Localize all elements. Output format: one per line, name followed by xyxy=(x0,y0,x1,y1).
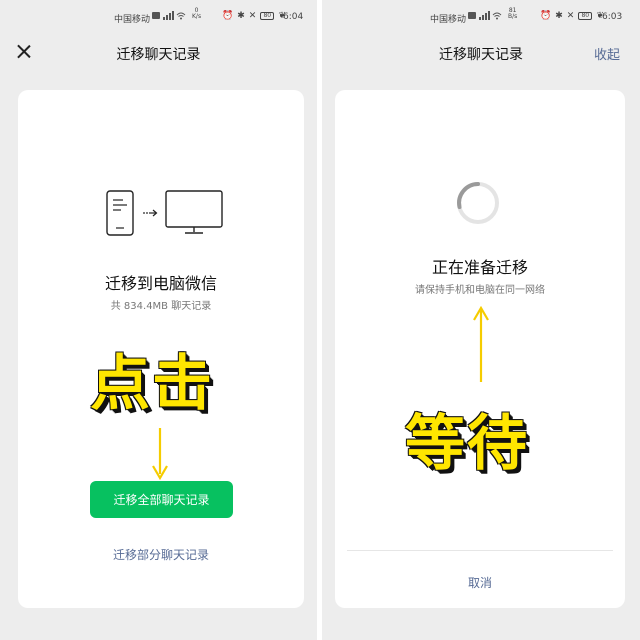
nav-bar: 迁移聊天记录 xyxy=(0,36,317,70)
bluetooth-icon: ✱ xyxy=(237,11,245,21)
mute-icon: ✕ xyxy=(566,11,575,21)
card-divider xyxy=(347,550,613,551)
right-phone-screen: 中国移动 81 B/s ⏰ ✱ ✕ 80 ❦ 6:03 迁移聊天记录 收起 正在… xyxy=(322,0,640,640)
carrier-label: 中国移动 xyxy=(430,15,467,25)
signal-icon xyxy=(468,11,502,20)
annotation-click-label: 点击 xyxy=(90,349,214,419)
network-hint-text: 请保持手机和电脑在同一网络 xyxy=(415,285,545,296)
annotation-wait-label: 等待 xyxy=(405,409,529,479)
alarm-icon: ⏰ xyxy=(540,11,552,21)
status-icons: ⏰ ✱ ✕ 80 ❦ xyxy=(222,11,286,21)
down-arrow-icon xyxy=(152,428,168,480)
speed-unit: K/s xyxy=(192,13,202,20)
nav-bar: 迁移聊天记录 收起 xyxy=(322,36,640,70)
alarm-icon: ⏰ xyxy=(222,11,234,21)
clock: 6:04 xyxy=(283,12,304,22)
status-bar: 中国移动 0 K/s ⏰ ✱ ✕ 80 ❦ 6:04 xyxy=(0,0,317,32)
bluetooth-icon: ✱ xyxy=(555,11,563,21)
phone-to-computer-icon xyxy=(106,190,223,236)
page-title: 迁移聊天记录 xyxy=(439,47,523,63)
collapse-button[interactable]: 收起 xyxy=(594,44,620,63)
migrate-all-button[interactable]: 迁移全部聊天记录 xyxy=(90,481,233,518)
battery-icon: 80 xyxy=(260,12,275,20)
network-speed: 0 K/s xyxy=(192,8,201,20)
clock: 6:03 xyxy=(602,12,623,22)
speed-unit: B/s xyxy=(508,13,518,20)
migration-card: 迁移到电脑微信 共 834.4MB 聊天记录 点击 迁移全部聊天记录 迁移部分聊… xyxy=(18,90,304,608)
preparing-heading: 正在准备迁移 xyxy=(431,258,528,277)
carrier-label: 中国移动 xyxy=(114,15,151,25)
left-phone-screen: 中国移动 0 K/s ⏰ ✱ ✕ 80 ❦ 6:04 迁移聊天记录 迁移到电脑微… xyxy=(0,0,317,640)
migration-heading: 迁移到电脑微信 xyxy=(104,274,217,293)
network-speed: 81 B/s xyxy=(508,8,517,20)
loading-spinner-icon xyxy=(457,182,499,224)
page-title: 迁移聊天记录 xyxy=(116,47,201,63)
preparing-card: 正在准备迁移 请保持手机和电脑在同一网络 等待 取消 xyxy=(335,90,625,608)
status-bar: 中国移动 81 B/s ⏰ ✱ ✕ 80 ❦ 6:03 xyxy=(322,0,640,32)
migrate-partial-link[interactable]: 迁移部分聊天记录 xyxy=(18,546,304,563)
signal-icon xyxy=(152,11,186,20)
battery-icon: 80 xyxy=(578,12,593,20)
chat-size-text: 共 834.4MB 聊天记录 xyxy=(110,301,212,312)
up-arrow-icon xyxy=(473,306,489,382)
mute-icon: ✕ xyxy=(248,11,257,21)
cancel-button[interactable]: 取消 xyxy=(335,574,625,591)
status-icons: ⏰ ✱ ✕ 80 ❦ xyxy=(540,11,604,21)
